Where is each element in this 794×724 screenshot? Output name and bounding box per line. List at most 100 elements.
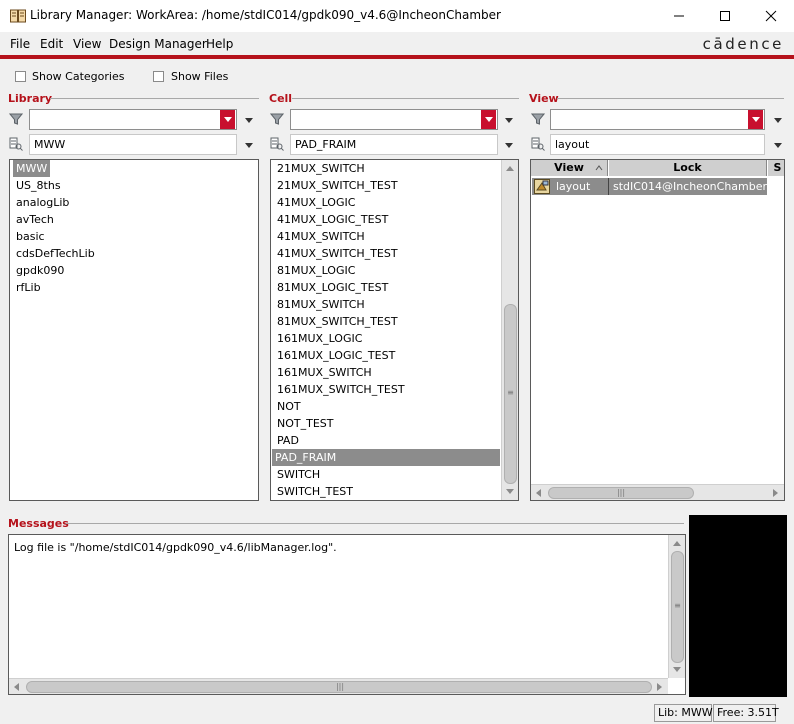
library-filter-dropdown-button[interactable] xyxy=(220,110,235,129)
cell-item[interactable]: 161MUX_LOGIC_TEST xyxy=(274,347,398,364)
cell-item[interactable]: SWITCH xyxy=(274,466,323,483)
scroll-up-icon[interactable] xyxy=(672,539,682,547)
layout-view-icon xyxy=(534,179,550,194)
scroll-down-icon[interactable] xyxy=(672,666,682,674)
scroll-down-icon[interactable] xyxy=(505,488,515,496)
table-row[interactable]: layout stdIC014@IncheonChamber xyxy=(532,178,767,195)
column-header-view[interactable]: View xyxy=(531,160,608,176)
cell-item[interactable]: 81MUX_LOGIC_TEST xyxy=(274,279,391,296)
library-section-divider xyxy=(50,98,259,99)
cell-item[interactable]: 161MUX_SWITCH xyxy=(274,364,375,381)
messages-vscrollbar[interactable]: ≡ xyxy=(668,535,685,678)
library-list[interactable]: MWW US_8ths analogLib avTech basic cdsDe… xyxy=(9,159,259,501)
menu-file[interactable]: File xyxy=(10,37,30,51)
cell-filter-menu-arrow-icon[interactable] xyxy=(505,118,513,123)
view-filter-dropdown-button[interactable] xyxy=(748,110,763,129)
cell-list-scrollbar[interactable]: ≡ xyxy=(501,160,518,500)
show-files-checkbox[interactable] xyxy=(153,71,164,82)
library-item[interactable]: avTech xyxy=(13,211,57,228)
library-item[interactable]: MWW xyxy=(13,160,51,177)
grip-icon: ||| xyxy=(616,488,626,497)
cell-list[interactable]: 21MUX_SWITCH 21MUX_SWITCH_TEST 41MUX_LOG… xyxy=(270,159,519,501)
library-item[interactable]: rfLib xyxy=(13,279,44,296)
cell-item[interactable]: 81MUX_LOGIC xyxy=(274,262,358,279)
cell-item[interactable]: 41MUX_LOGIC xyxy=(274,194,358,211)
messages-log[interactable]: Log file is "/home/stdIC014/gpdk090_v4.6… xyxy=(8,534,686,695)
minimize-button[interactable] xyxy=(656,0,702,32)
preview-pane xyxy=(689,515,787,697)
cell-scroll-thumb[interactable]: ≡ xyxy=(504,304,517,484)
browse-icon xyxy=(9,137,23,151)
column-header-lock[interactable]: Lock xyxy=(609,160,767,176)
cell-item[interactable]: 41MUX_SWITCH_TEST xyxy=(274,245,401,262)
cell-item[interactable]: 161MUX_SWITCH_TEST xyxy=(274,381,408,398)
library-item[interactable]: gpdk090 xyxy=(13,262,67,279)
menu-view[interactable]: View xyxy=(73,37,101,51)
cell-item[interactable]: NOT_TEST xyxy=(274,415,336,432)
cell-item[interactable]: 41MUX_LOGIC_TEST xyxy=(274,211,391,228)
cell-filter-combo[interactable] xyxy=(290,109,498,130)
library-search-input[interactable]: MWW xyxy=(29,134,237,155)
scroll-left-icon[interactable] xyxy=(12,682,20,692)
messages-hscrollbar[interactable]: ||| xyxy=(9,678,668,694)
close-icon xyxy=(765,10,777,22)
filter-icon xyxy=(270,113,284,125)
menu-design-manager[interactable]: Design Manager xyxy=(109,37,207,51)
cell-item[interactable]: SWITCH_TEST xyxy=(274,483,356,500)
browse-icon xyxy=(270,137,284,151)
close-button[interactable] xyxy=(748,0,794,32)
cell-divider xyxy=(608,178,609,195)
cell-item[interactable]: NOT xyxy=(274,398,304,415)
view-filter-menu-arrow-icon[interactable] xyxy=(774,118,782,123)
cell-item[interactable]: 81MUX_SWITCH xyxy=(274,296,368,313)
cell-item[interactable]: 21MUX_SWITCH_TEST xyxy=(274,177,401,194)
status-free-space: Free: 3.51T xyxy=(713,704,779,722)
view-table[interactable]: View Lock S layout stdIC014@IncheonChamb… xyxy=(530,159,785,501)
view-section-divider xyxy=(557,98,784,99)
cell-search-menu-arrow-icon[interactable] xyxy=(505,143,513,148)
scroll-right-icon[interactable] xyxy=(656,682,664,692)
minimize-icon xyxy=(674,15,684,17)
show-categories-checkbox[interactable] xyxy=(15,71,26,82)
chevron-down-icon xyxy=(484,117,493,122)
library-search-menu-arrow-icon[interactable] xyxy=(245,143,253,148)
chevron-down-icon xyxy=(751,117,760,122)
library-section-label: Library xyxy=(8,92,53,105)
cell-item[interactable]: 81MUX_SWITCH_TEST xyxy=(274,313,401,330)
cell-section-label: Cell xyxy=(269,92,293,105)
library-item[interactable]: cdsDefTechLib xyxy=(13,245,98,262)
cell-search-input[interactable]: PAD_FRAIM xyxy=(290,134,498,155)
view-section-label: View xyxy=(529,92,559,105)
maximize-button[interactable] xyxy=(702,0,748,32)
view-filter-combo[interactable] xyxy=(550,109,765,130)
view-table-hscrollbar[interactable]: ||| xyxy=(531,484,784,500)
menu-edit[interactable]: Edit xyxy=(40,37,63,51)
cell-item[interactable]: 21MUX_SWITCH xyxy=(274,160,368,177)
cell-filter-dropdown-button[interactable] xyxy=(481,110,496,129)
column-header-status[interactable]: S xyxy=(768,160,784,176)
scroll-right-icon[interactable] xyxy=(772,488,780,498)
messages-hscroll-thumb[interactable]: ||| xyxy=(26,681,652,693)
scroll-up-icon[interactable] xyxy=(505,164,515,172)
chevron-down-icon xyxy=(223,117,232,122)
cell-item[interactable]: 41MUX_SWITCH xyxy=(274,228,368,245)
view-table-hscroll-thumb[interactable]: ||| xyxy=(548,487,694,499)
menu-help[interactable]: Help xyxy=(206,37,233,51)
cell-item[interactable]: 161MUX_LOGIC xyxy=(274,330,365,347)
scroll-left-icon[interactable] xyxy=(534,488,542,498)
messages-section-divider xyxy=(66,523,684,524)
library-filter-combo[interactable] xyxy=(29,109,237,130)
library-item[interactable]: analogLib xyxy=(13,194,72,211)
cell-item[interactable]: PAD xyxy=(274,432,302,449)
library-item[interactable]: US_8ths xyxy=(13,177,64,194)
cell-item[interactable]: PAD_FRAIM xyxy=(272,449,500,466)
messages-vscroll-thumb[interactable]: ≡ xyxy=(671,551,684,663)
library-item[interactable]: basic xyxy=(13,228,48,245)
table-cell-view: layout xyxy=(556,180,591,193)
show-categories-label: Show Categories xyxy=(32,70,125,83)
view-search-input[interactable]: layout xyxy=(550,134,765,155)
sort-ascending-icon xyxy=(595,165,603,171)
view-search-menu-arrow-icon[interactable] xyxy=(774,143,782,148)
library-book-icon xyxy=(10,9,26,23)
library-filter-menu-arrow-icon[interactable] xyxy=(245,118,253,123)
